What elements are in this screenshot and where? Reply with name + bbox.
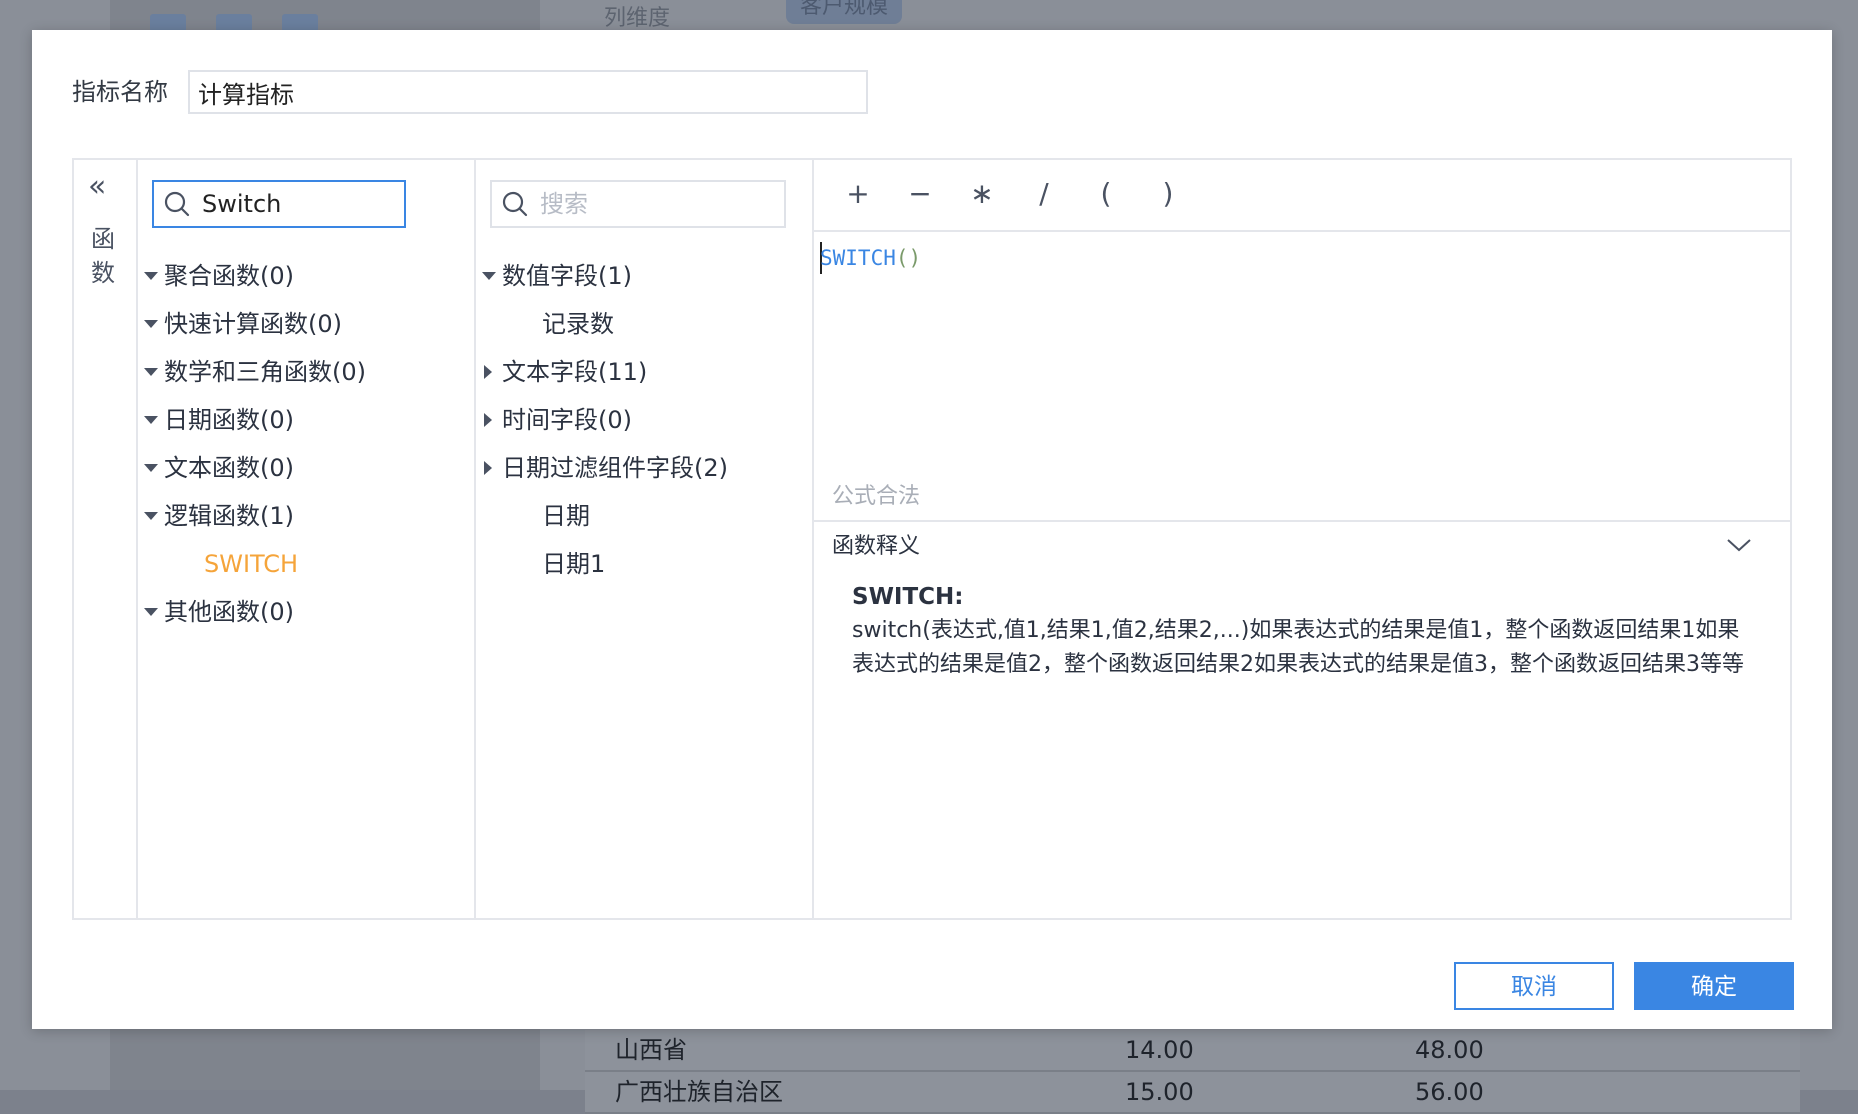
operator-right-paren-button[interactable]: ) — [1148, 176, 1188, 212]
explanation-body: SWITCH: switch(表达式,值1,结果1,值2,结果2,...)如果表… — [852, 580, 1750, 682]
caret-down-icon — [144, 464, 158, 472]
double-chevron-left-icon[interactable]: « — [88, 172, 106, 202]
formula-editor: « 函数 聚合函数(0) — [72, 158, 1792, 920]
function-group-logic[interactable]: 逻辑函数(1) — [136, 492, 474, 540]
operator-divide-button[interactable]: / — [1024, 176, 1064, 212]
formula-code-editor[interactable]: SWITCH() — [812, 232, 1790, 452]
table-cell-value: 48.00 — [1415, 1036, 1484, 1064]
formula-args-token: () — [895, 246, 922, 270]
formula-panel: + − ∗ / ( ) SWITCH() 公式合法 函数释义 SWITCH: s… — [812, 160, 1790, 918]
function-group-label: 逻辑函数(1) — [164, 502, 294, 530]
cancel-button[interactable]: 取消 — [1454, 962, 1614, 1010]
field-item-label: 日期 — [542, 502, 590, 530]
caret-down-icon — [144, 608, 158, 616]
caret-right-icon — [484, 365, 492, 379]
field-panel: 数值字段(1) 记录数 文本字段(11) 时间字段(0) 日期过滤组件字段(2) — [474, 160, 840, 918]
function-group-date[interactable]: 日期函数(0) — [136, 396, 474, 444]
field-group-date-filter[interactable]: 日期过滤组件字段(2) — [474, 444, 812, 492]
metric-name-input[interactable] — [188, 70, 868, 114]
confirm-button[interactable]: 确定 — [1634, 962, 1794, 1010]
field-group-numeric[interactable]: 数值字段(1) — [474, 252, 812, 300]
field-item-date1[interactable]: 日期1 — [474, 540, 812, 588]
bg-dim-tag: 客户规模 — [786, 0, 903, 24]
function-side-tab[interactable]: « 函数 — [74, 160, 138, 918]
caret-down-icon — [482, 272, 496, 280]
side-tab-label: 函数 — [91, 225, 115, 287]
function-item-label: SWITCH — [204, 550, 299, 578]
field-group-label: 文本字段(11) — [502, 358, 648, 386]
formula-code: SWITCH() — [820, 244, 921, 272]
function-group-label: 文本函数(0) — [164, 454, 294, 482]
table-cell-name: 山西省 — [615, 1036, 687, 1064]
formula-function-token: SWITCH — [820, 246, 896, 270]
table-cell-value: 56.00 — [1415, 1078, 1484, 1106]
caret-down-icon — [144, 368, 158, 376]
function-group-label: 快速计算函数(0) — [164, 310, 342, 338]
function-group-label: 其他函数(0) — [164, 598, 294, 626]
explanation-text: switch(表达式,值1,结果1,值2,结果2,...)如果表达式的结果是值1… — [852, 618, 1744, 677]
function-group-other[interactable]: 其他函数(0) — [136, 588, 474, 636]
field-search-box[interactable] — [490, 180, 840, 228]
caret-down-icon — [144, 512, 158, 520]
formula-validity-text: 公式合法 — [832, 484, 921, 509]
function-item-switch[interactable]: SWITCH — [136, 540, 474, 588]
chevron-down-icon[interactable] — [1726, 536, 1752, 554]
field-group-time[interactable]: 时间字段(0) — [474, 396, 812, 444]
function-panel: 聚合函数(0) 快速计算函数(0) 数学和三角函数(0) 日期函数(0) 文本函… — [136, 160, 522, 918]
caret-right-icon — [484, 413, 492, 427]
function-search-input[interactable] — [202, 190, 502, 218]
field-item-date[interactable]: 日期 — [474, 492, 812, 540]
function-group-aggregate[interactable]: 聚合函数(0) — [136, 252, 474, 300]
field-item-label: 日期1 — [542, 550, 606, 578]
operator-plus-button[interactable]: + — [838, 176, 878, 212]
caret-right-icon — [484, 461, 492, 475]
field-group-text[interactable]: 文本字段(11) — [474, 348, 812, 396]
table-cell-value: 15.00 — [1125, 1078, 1194, 1106]
function-explanation-panel: 函数释义 SWITCH: switch(表达式,值1,结果1,值2,结果2,..… — [812, 520, 1790, 918]
table-cell-name: 广西壮族自治区 — [615, 1078, 783, 1106]
caret-down-icon — [144, 416, 158, 424]
function-group-label: 日期函数(0) — [164, 406, 294, 434]
field-group-label: 日期过滤组件字段(2) — [502, 454, 728, 482]
field-group-label: 数值字段(1) — [502, 262, 632, 290]
table-row: 山西省 14.00 48.00 — [585, 1030, 1800, 1072]
table-cell-value: 14.00 — [1125, 1036, 1194, 1064]
operator-toolbar: + − ∗ / ( ) — [812, 160, 1790, 232]
function-group-quick-calc[interactable]: 快速计算函数(0) — [136, 300, 474, 348]
table-row: 广西壮族自治区 15.00 56.00 — [585, 1072, 1800, 1114]
bg-column-dim-label: 列维度 — [604, 6, 671, 31]
calculated-metric-dialog: 指标名称 « 函数 聚合函数 — [32, 30, 1832, 1029]
operator-multiply-button[interactable]: ∗ — [962, 176, 1002, 212]
field-item-record-count[interactable]: 记录数 — [474, 300, 812, 348]
metric-name-label: 指标名称 — [72, 78, 168, 106]
function-group-label: 数学和三角函数(0) — [164, 358, 366, 386]
function-group-text[interactable]: 文本函数(0) — [136, 444, 474, 492]
bg-data-table: 山西省 14.00 48.00 广西壮族自治区 15.00 56.00 — [585, 1030, 1800, 1114]
caret-down-icon — [144, 320, 158, 328]
function-group-math[interactable]: 数学和三角函数(0) — [136, 348, 474, 396]
explanation-title: SWITCH: — [852, 584, 964, 610]
search-icon — [502, 191, 528, 217]
function-group-label: 聚合函数(0) — [164, 262, 294, 290]
field-group-label: 时间字段(0) — [502, 406, 632, 434]
operator-left-paren-button[interactable]: ( — [1086, 176, 1126, 212]
field-item-label: 记录数 — [542, 310, 614, 338]
field-search-input[interactable] — [540, 190, 840, 218]
field-tree: 数值字段(1) 记录数 文本字段(11) 时间字段(0) 日期过滤组件字段(2) — [474, 252, 812, 588]
search-icon — [164, 191, 190, 217]
explanation-header: 函数释义 — [832, 534, 921, 559]
function-tree: 聚合函数(0) 快速计算函数(0) 数学和三角函数(0) 日期函数(0) 文本函… — [136, 252, 474, 636]
caret-down-icon — [144, 272, 158, 280]
operator-minus-button[interactable]: − — [900, 176, 940, 212]
function-search-box[interactable] — [152, 180, 522, 228]
